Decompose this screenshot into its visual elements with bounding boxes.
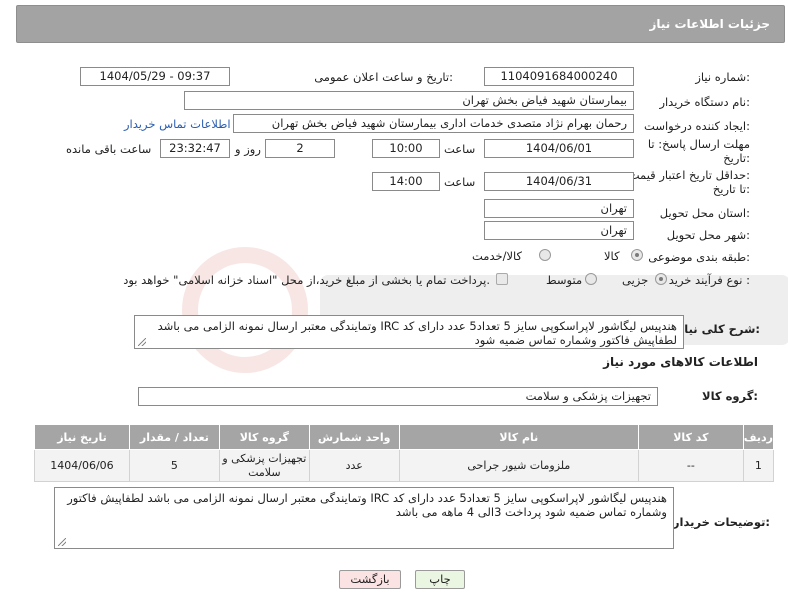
col-row: ردیف	[742, 424, 775, 450]
col-name: نام کالا	[398, 424, 640, 450]
print-button[interactable]: چاپ	[415, 570, 465, 589]
process-medium-label: متوسط	[546, 273, 583, 287]
cell-unit: عدد	[308, 449, 400, 482]
city-field[interactable]: تهران	[484, 221, 634, 240]
validity-time-label: ساعت	[444, 175, 476, 189]
province-label: استان محل تحویل:	[659, 206, 750, 220]
process-minor-label: جزیی	[622, 273, 649, 287]
col-date: تاریخ نیاز	[34, 424, 130, 450]
cell-code: --	[638, 449, 744, 482]
remaining-time-label: ساعت باقی مانده	[66, 142, 152, 156]
treasury-checkbox[interactable]	[496, 273, 508, 285]
reply-time-field[interactable]: 10:00	[372, 139, 440, 158]
reply-deadline-label-2: تاریخ:	[723, 151, 750, 165]
col-group: گروه کالا	[218, 424, 310, 450]
cell-name: ملزومات شیور جراحی	[398, 449, 640, 482]
goods-group-field[interactable]: تجهیزات پزشکی و سلامت	[138, 387, 658, 406]
cell-row: 1	[742, 449, 775, 482]
col-code: کد کالا	[638, 424, 744, 450]
description-label: شرح کلی نیاز:	[677, 322, 760, 336]
buyer-notes-textarea[interactable]: هندپیس لیگاشور لاپراسکوپی سایز 5 تعداد5 …	[54, 487, 674, 549]
category-radio-goods[interactable]	[631, 249, 643, 261]
need-number-field[interactable]: 1104091684000240	[484, 67, 634, 86]
cell-date: 1404/06/06	[34, 449, 130, 482]
category-label: طبقه بندی موضوعی:	[648, 250, 750, 264]
buyer-notes-label: توضیحات خریدار:	[672, 515, 770, 529]
reply-date-field[interactable]: 1404/06/01	[484, 139, 634, 158]
description-textarea[interactable]: هندپیس لیگاشور لاپراسکوپی سایز 5 تعداد5 …	[134, 315, 684, 349]
page-header: جزئیات اطلاعات نیاز	[16, 5, 785, 43]
goods-group-label: گروه کالا:	[702, 389, 758, 403]
reply-deadline-label: مهلت ارسال پاسخ: تا	[647, 137, 750, 151]
days-field[interactable]: 2	[265, 139, 335, 158]
province-field[interactable]: تهران	[484, 199, 634, 218]
creator-label: ایجاد کننده درخواست:	[644, 119, 750, 133]
days-label: روز و	[235, 142, 261, 156]
remaining-time-field[interactable]: 23:32:47	[160, 139, 230, 158]
buyer-org-field[interactable]: بیمارستان شهید فیاض بخش تهران	[184, 91, 634, 110]
table-row[interactable]: 1 -- ملزومات شیور جراحی عدد تجهیزات پزشک…	[34, 449, 775, 482]
category-goods-label: کالا	[604, 249, 620, 263]
announce-datetime-label: تاریخ و ساعت اعلان عمومی:	[314, 70, 453, 84]
payment-note: پرداخت تمام یا بخشی از مبلغ خرید،از محل …	[123, 273, 490, 287]
price-validity-label-2: تا تاریخ:	[712, 182, 750, 196]
back-button[interactable]: بازگشت	[339, 570, 401, 589]
cell-qty: 5	[128, 449, 220, 482]
goods-section-title: اطلاعات کالاهای مورد نیاز	[603, 355, 758, 369]
col-qty: تعداد / مقدار	[128, 424, 220, 450]
buyer-contact-link[interactable]: اطلاعات تماس خریدار	[124, 117, 231, 131]
creator-field[interactable]: رحمان بهرام نژاد متصدی خدمات اداری بیمار…	[233, 114, 634, 133]
resize-grip-icon[interactable]	[58, 538, 66, 546]
goods-table-header: ردیف کد کالا نام کالا واحد شمارش گروه کا…	[34, 424, 775, 450]
category-radio-goods-service[interactable]	[539, 249, 551, 261]
validity-date-field[interactable]: 1404/06/31	[484, 172, 634, 191]
buyer-notes-text: هندپیس لیگاشور لاپراسکوپی سایز 5 تعداد5 …	[67, 491, 667, 519]
process-radio-minor[interactable]	[655, 273, 667, 285]
city-label: شهر محل تحویل:	[666, 228, 750, 242]
reply-time-label: ساعت	[444, 142, 476, 156]
validity-time-field[interactable]: 14:00	[372, 172, 440, 191]
process-type-label: نوع فرآیند خرید :	[668, 273, 750, 287]
page-title: جزئیات اطلاعات نیاز	[649, 17, 770, 31]
cell-group: تجهیزات پزشکی و سلامت	[218, 449, 310, 482]
announce-datetime-field[interactable]: 1404/05/29 - 09:37	[80, 67, 230, 86]
col-unit: واحد شمارش	[308, 424, 400, 450]
price-validity-label: حداقل تاریخ اعتبار قیمت:	[628, 168, 750, 182]
category-goods-service-label: کالا/خدمت	[472, 249, 523, 263]
description-text: هندپیس لیگاشور لاپراسکوپی سایز 5 تعداد5 …	[157, 319, 677, 347]
buyer-org-label: نام دستگاه خریدار:	[659, 95, 750, 109]
goods-table: ردیف کد کالا نام کالا واحد شمارش گروه کا…	[34, 424, 775, 482]
need-number-label: شماره نیاز:	[695, 70, 750, 84]
resize-grip-icon[interactable]	[138, 338, 146, 346]
process-radio-medium[interactable]	[585, 273, 597, 285]
